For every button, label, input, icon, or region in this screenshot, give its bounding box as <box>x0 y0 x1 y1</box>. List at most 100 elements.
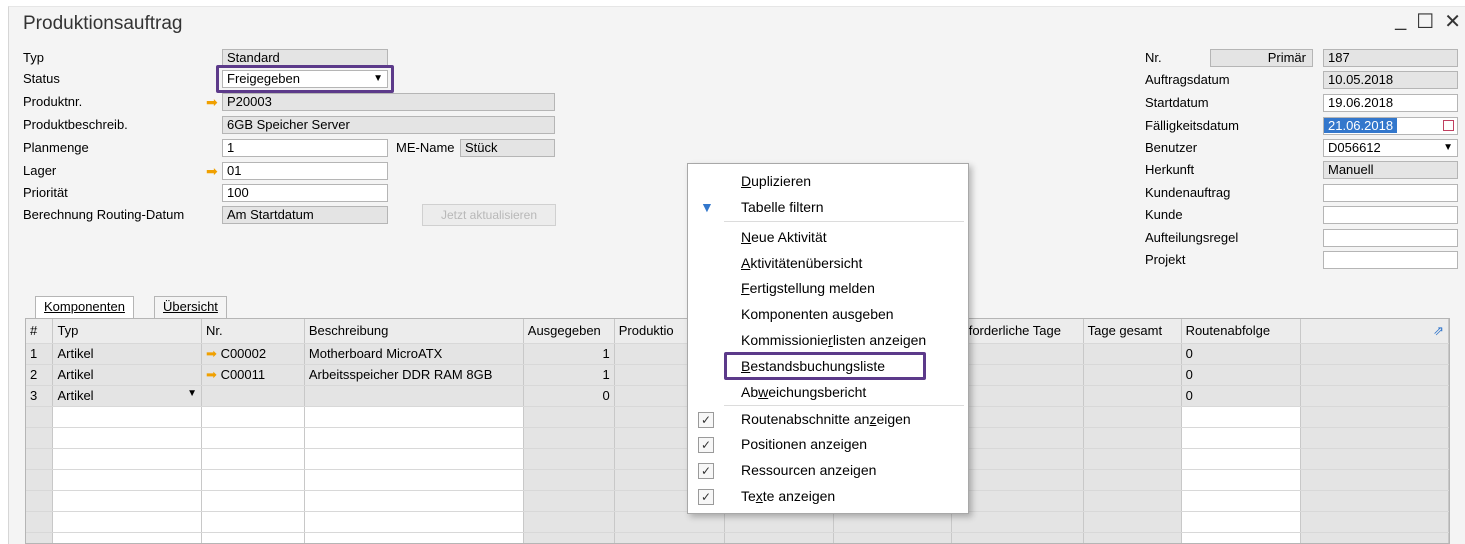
kunde-label: Kunde <box>1145 207 1183 222</box>
row-number: 3 <box>26 385 54 407</box>
column-header[interactable]: # <box>26 319 54 344</box>
nr-label: Nr. <box>1145 50 1162 65</box>
menu-item-tabelle-filtern[interactable]: Tabelle filtern <box>741 199 824 215</box>
row-route[interactable]: 0 <box>1181 364 1302 386</box>
auftragsdatum-field[interactable]: 10.05.2018 <box>1323 71 1458 89</box>
aufteilungsregel-field[interactable] <box>1323 229 1458 247</box>
auftragsdatum-label: Auftragsdatum <box>1145 72 1230 87</box>
close-button[interactable]: ✕ <box>1444 9 1461 34</box>
prioritaet-field[interactable]: 100 <box>222 184 388 202</box>
benutzer-value: D056612 <box>1328 140 1381 155</box>
link-arrow-icon[interactable]: ➡ <box>206 367 217 382</box>
menu-item-texte-anzeigen[interactable]: Texte anzeigen <box>741 488 835 504</box>
filter-icon: ▼ <box>700 199 714 215</box>
planmenge-field[interactable]: 1 <box>222 139 388 157</box>
projekt-label: Projekt <box>1145 252 1186 267</box>
expand-column-header[interactable]: ⇗ <box>1300 319 1449 344</box>
startdatum-label: Startdatum <box>1145 95 1209 110</box>
routing-field[interactable]: Am Startdatum <box>222 206 388 224</box>
menu-item-komponenten-ausgeben[interactable]: Komponenten ausgeben <box>741 306 894 322</box>
menu-separator <box>724 405 964 406</box>
row-type-dropdown[interactable]: Artikel ▼ <box>52 385 203 407</box>
minimize-button[interactable]: _ <box>1395 9 1406 34</box>
window-title: Produktionsauftrag <box>23 13 183 34</box>
column-header[interactable]: Typ <box>52 319 203 344</box>
typ-label: Typ <box>23 50 44 65</box>
row-nr-value: C00011 <box>220 366 266 382</box>
projekt-field[interactable] <box>1323 251 1458 269</box>
calendar-icon[interactable] <box>1443 120 1454 131</box>
chevron-down-icon: ▼ <box>187 388 198 399</box>
row-nr-value: C00002 <box>220 345 267 361</box>
lager-field[interactable]: 01 <box>222 162 388 180</box>
kundenauftrag-label: Kundenauftrag <box>1145 185 1231 200</box>
row-issued[interactable]: 1 <box>523 343 615 365</box>
status-label: Status <box>23 71 60 86</box>
status-highlight <box>216 65 394 93</box>
maximize-button[interactable]: ☐ <box>1416 9 1434 34</box>
row-issued[interactable]: 1 <box>523 364 615 386</box>
row-route[interactable]: 0 <box>1181 385 1302 407</box>
menu-item-bestandsbuchungsliste[interactable]: Bestandsbuchungsliste <box>741 358 885 374</box>
link-arrow-icon[interactable]: ➡ <box>206 163 218 179</box>
column-header[interactable]: Erforderliche Tage <box>951 319 1084 344</box>
row-description[interactable] <box>304 385 524 407</box>
row-nr[interactable]: ➡ C00011 <box>201 364 305 386</box>
me-name-label: ME-Name <box>396 140 455 155</box>
menu-item-positionen-anzeigen[interactable]: Positionen anzeigen <box>741 436 867 452</box>
startdatum-field[interactable]: 19.06.2018 <box>1323 94 1458 112</box>
column-header[interactable]: Routenabfolge <box>1181 319 1302 344</box>
update-now-button[interactable]: Jetzt aktualisieren <box>422 204 556 226</box>
window-controls: _ ☐ ✕ <box>1395 9 1461 34</box>
produktbeschreib-field[interactable]: 6GB Speicher Server <box>222 116 555 134</box>
benutzer-label: Benutzer <box>1145 140 1198 155</box>
planmenge-label: Planmenge <box>23 140 89 155</box>
chevron-down-icon: ▼ <box>1443 142 1453 153</box>
row-route[interactable]: 0 <box>1181 343 1302 365</box>
lager-label: Lager <box>23 163 57 178</box>
row-description[interactable]: Motherboard MicroATX <box>304 343 524 365</box>
faelligkeitsdatum-field[interactable]: 21.06.2018 <box>1323 117 1458 135</box>
row-nr[interactable]: ➡ C00002 <box>201 343 305 365</box>
row-type[interactable]: Artikel <box>52 343 203 365</box>
column-header[interactable]: Beschreibung <box>304 319 524 344</box>
faelligkeitsdatum-label: Fälligkeitsdatum <box>1145 118 1239 133</box>
menu-item-ressourcen-anzeigen[interactable]: Ressourcen anzeigen <box>741 462 876 478</box>
menu-item-kommissionierlisten-anzeigen[interactable]: Kommissionierlisten anzeigen <box>741 332 926 348</box>
menu-item-routenabschnitte-anzeigen[interactable]: Routenabschnitte anzeigen <box>741 411 911 427</box>
kundenauftrag-field[interactable] <box>1323 184 1458 202</box>
row-issued[interactable]: 0 <box>523 385 615 407</box>
column-header[interactable]: Tage gesamt <box>1083 319 1182 344</box>
nr-series-field[interactable]: Primär <box>1210 49 1313 67</box>
benutzer-dropdown[interactable]: D056612 ▼ <box>1323 139 1458 157</box>
menu-item-neue-aktivitaet[interactable]: Neue Aktivität <box>741 229 827 245</box>
tab-uebersicht[interactable]: Übersicht <box>154 296 227 318</box>
tab-komponenten[interactable]: Komponenten <box>35 296 134 318</box>
column-header[interactable]: Nr. <box>201 319 305 344</box>
row-description[interactable]: Arbeitsspeicher DDR RAM 8GB <box>304 364 524 386</box>
menu-item-fertigstellung-melden[interactable]: Fertigstellung melden <box>741 280 875 296</box>
empty-row[interactable] <box>26 511 1449 533</box>
row-type: Artikel <box>57 388 94 403</box>
row-nr[interactable] <box>201 385 305 407</box>
empty-row[interactable] <box>26 532 1449 543</box>
row-number: 1 <box>26 343 54 365</box>
column-header[interactable]: Ausgegeben <box>523 319 615 344</box>
menu-item-aktivitaetenuebersicht[interactable]: Aktivitätenübersicht <box>741 255 862 271</box>
routing-label: Berechnung Routing-Datum <box>23 207 185 222</box>
check-icon: ✓ <box>698 412 714 428</box>
herkunft-field: Manuell <box>1323 161 1458 179</box>
menu-item-duplizieren[interactable]: Duplizieren <box>741 173 811 189</box>
menu-item-abweichungsbericht[interactable]: Abweichungsbericht <box>741 384 866 400</box>
menu-separator <box>724 221 964 222</box>
produktnr-field[interactable]: P20003 <box>222 93 555 111</box>
link-arrow-icon[interactable]: ➡ <box>206 94 218 110</box>
link-arrow-icon[interactable]: ➡ <box>206 346 217 361</box>
tab-komponenten-label: Komponenten <box>44 299 125 314</box>
context-menu: Duplizieren ▼ Tabelle filtern Neue Aktiv… <box>687 163 969 514</box>
row-number: 2 <box>26 364 54 386</box>
kunde-field[interactable] <box>1323 206 1458 224</box>
row-type[interactable]: Artikel <box>52 364 203 386</box>
faelligkeitsdatum-value: 21.06.2018 <box>1324 118 1398 133</box>
check-icon: ✓ <box>698 437 714 453</box>
